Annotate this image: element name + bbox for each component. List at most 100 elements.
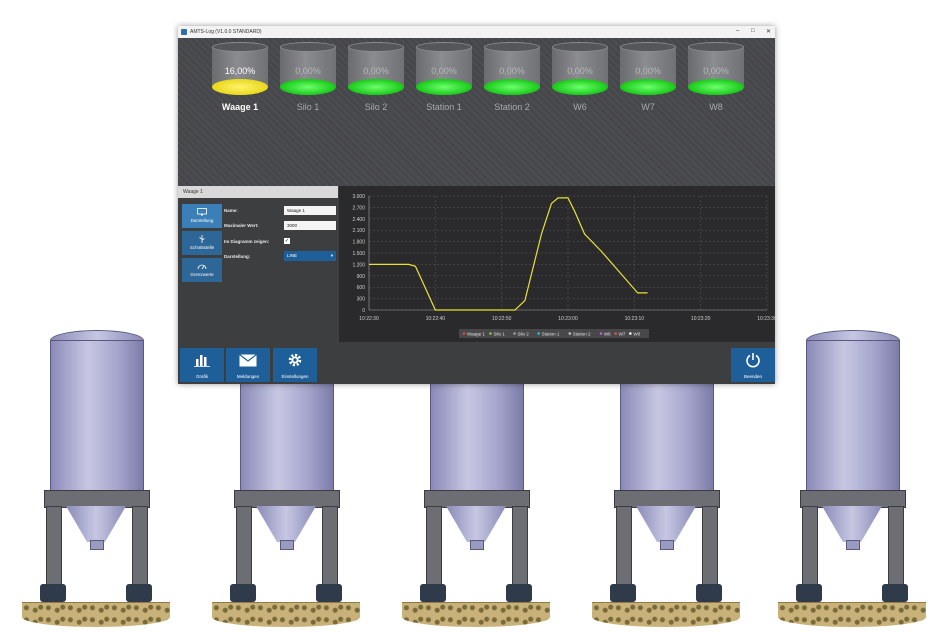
max-value-label: Maximaler Wert: — [224, 223, 259, 228]
legend-marker — [568, 332, 572, 335]
y-tick-label: 300 — [357, 297, 366, 303]
minimize-icon[interactable]: – — [736, 28, 739, 34]
tank-silo-1[interactable]: 0,00% Silo 1 — [280, 42, 336, 116]
x-tick-label: 10:23:10 — [625, 316, 645, 322]
tank-w8[interactable]: 0,00% W8 — [688, 42, 744, 116]
tank-silo-2[interactable]: 0,00% Silo 2 — [348, 42, 404, 116]
tank-fill — [416, 79, 472, 95]
tank-waage-1[interactable]: 16,00% Waage 1 — [212, 42, 268, 116]
tank-fill — [620, 79, 676, 95]
legend-label: W8 — [633, 331, 640, 336]
y-tick-label: 3.000 — [352, 194, 365, 200]
tank-percent: 0,00% — [703, 66, 729, 76]
legend-marker — [537, 332, 540, 335]
y-tick-label: 2.700 — [352, 205, 365, 211]
weight-chart: 0 300 600 900 1.200 1.500 1.800 2.100 2.400 2.700… — [339, 186, 777, 342]
diagram-label: Im Diagramm zeigen: — [224, 239, 270, 244]
tank-fill — [484, 79, 540, 95]
display-label: Darstellung: — [224, 254, 251, 259]
legend-label: W6 — [604, 331, 611, 336]
x-tick-label: 10:23:20 — [691, 316, 711, 322]
name-label: Name: — [224, 208, 238, 213]
mail-icon — [239, 354, 257, 367]
x-tick-label: 10:22:40 — [426, 316, 446, 322]
tank-label: Silo 1 — [296, 102, 320, 112]
tank-percent: 0,00% — [363, 66, 389, 76]
legend-marker — [489, 332, 492, 335]
tank-percent: 0,00% — [431, 66, 457, 76]
tank-w7[interactable]: 0,00% W7 — [620, 42, 676, 116]
tank-overview: 16,00% Waage 1 0,00% Silo 1 0,00% Silo 2… — [178, 38, 775, 186]
tank-label: Waage 1 — [221, 102, 259, 112]
tank-w6[interactable]: 0,00% W6 — [552, 42, 608, 116]
legend-label: Silo 1 — [493, 331, 505, 336]
tank-label: W7 — [641, 102, 655, 112]
legend-marker — [462, 332, 466, 335]
legend-label: W7 — [619, 331, 626, 336]
monitor-icon — [197, 208, 207, 216]
tank-percent: 0,00% — [567, 66, 593, 76]
y-tick-label: 2.100 — [352, 228, 365, 234]
x-tick-label: 10:22:50 — [492, 316, 512, 322]
legend-marker — [599, 332, 603, 335]
tank-percent: 0,00% — [635, 66, 661, 76]
tank-label: Silo 2 — [364, 102, 388, 112]
darstellung-button[interactable]: Darstellung — [182, 204, 222, 228]
grenzwerte-button[interactable]: Grenzwerte — [182, 258, 222, 282]
diagram-checkbox[interactable]: ✓ — [284, 238, 290, 244]
title-bar: AMTS-Log (V1.0.0 STANDARD) – □ ✕ — [178, 26, 775, 38]
legend-marker — [614, 332, 617, 335]
legend-label: Station 2 — [573, 331, 591, 336]
x-tick-label: 10:22:30 — [359, 316, 379, 322]
schnittstelle-button[interactable]: Schnittstelle — [182, 231, 222, 255]
panel-header: Waage 1 — [178, 186, 338, 198]
einstellungen-button[interactable]: Einstellungen — [273, 348, 317, 382]
y-tick-label: 900 — [357, 274, 366, 280]
tank-label: Station 2 — [494, 102, 530, 112]
maximize-icon[interactable]: □ — [751, 28, 755, 34]
legend-marker — [629, 332, 632, 335]
meldungen-button[interactable]: Meldungen — [226, 348, 270, 382]
display-select[interactable]: LINE ▾ — [284, 251, 336, 261]
window-title: AMTS-Log (V1.0.0 STANDARD) — [190, 29, 262, 35]
y-tick-label: 600 — [357, 285, 366, 291]
tank-fill — [552, 79, 608, 95]
app-icon — [181, 29, 187, 35]
max-value-field[interactable] — [284, 221, 336, 230]
y-tick-label: 2.400 — [352, 217, 365, 223]
tank-label: Station 1 — [426, 102, 462, 112]
tank-percent: 0,00% — [499, 66, 525, 76]
gear-icon — [288, 353, 302, 367]
grafik-button[interactable]: Grafik — [180, 348, 224, 382]
close-icon[interactable]: ✕ — [766, 28, 771, 35]
x-tick-label: 10:23:00 — [558, 316, 578, 322]
usb-icon — [199, 235, 205, 243]
chevron-down-icon: ▾ — [330, 253, 333, 258]
tank-label: W6 — [573, 102, 587, 112]
tank-station-1[interactable]: 0,00% Station 1 — [416, 42, 472, 116]
name-field[interactable] — [284, 206, 336, 215]
legend-label: Station 1 — [542, 331, 560, 336]
legend-label: Silo 2 — [518, 331, 530, 336]
series-line-waage-1 — [369, 197, 648, 311]
gauge-icon — [197, 264, 207, 270]
beenden-button[interactable]: Beenden — [731, 348, 775, 382]
tank-label: W8 — [709, 102, 723, 112]
tank-fill — [688, 79, 744, 95]
app-window: AMTS-Log (V1.0.0 STANDARD) – □ ✕ 16,00% … — [178, 26, 777, 384]
tank-station-2[interactable]: 0,00% Station 2 — [484, 42, 540, 116]
power-icon — [746, 353, 760, 368]
y-tick-label: 0 — [362, 308, 365, 314]
tank-fill — [348, 79, 404, 95]
y-tick-label: 1.500 — [352, 251, 365, 257]
tank-fill — [212, 79, 268, 95]
tank-percent: 16,00% — [224, 66, 256, 76]
chart-icon — [194, 355, 210, 367]
tank-percent: 0,00% — [295, 66, 321, 76]
x-tick-label: 10:23:30 — [757, 316, 775, 322]
tank-fill — [280, 79, 336, 95]
display-select-value: LINE — [287, 253, 298, 258]
legend-label: Waage 1 — [467, 331, 485, 336]
y-tick-label: 1.800 — [352, 240, 365, 246]
y-tick-label: 1.200 — [352, 262, 365, 268]
